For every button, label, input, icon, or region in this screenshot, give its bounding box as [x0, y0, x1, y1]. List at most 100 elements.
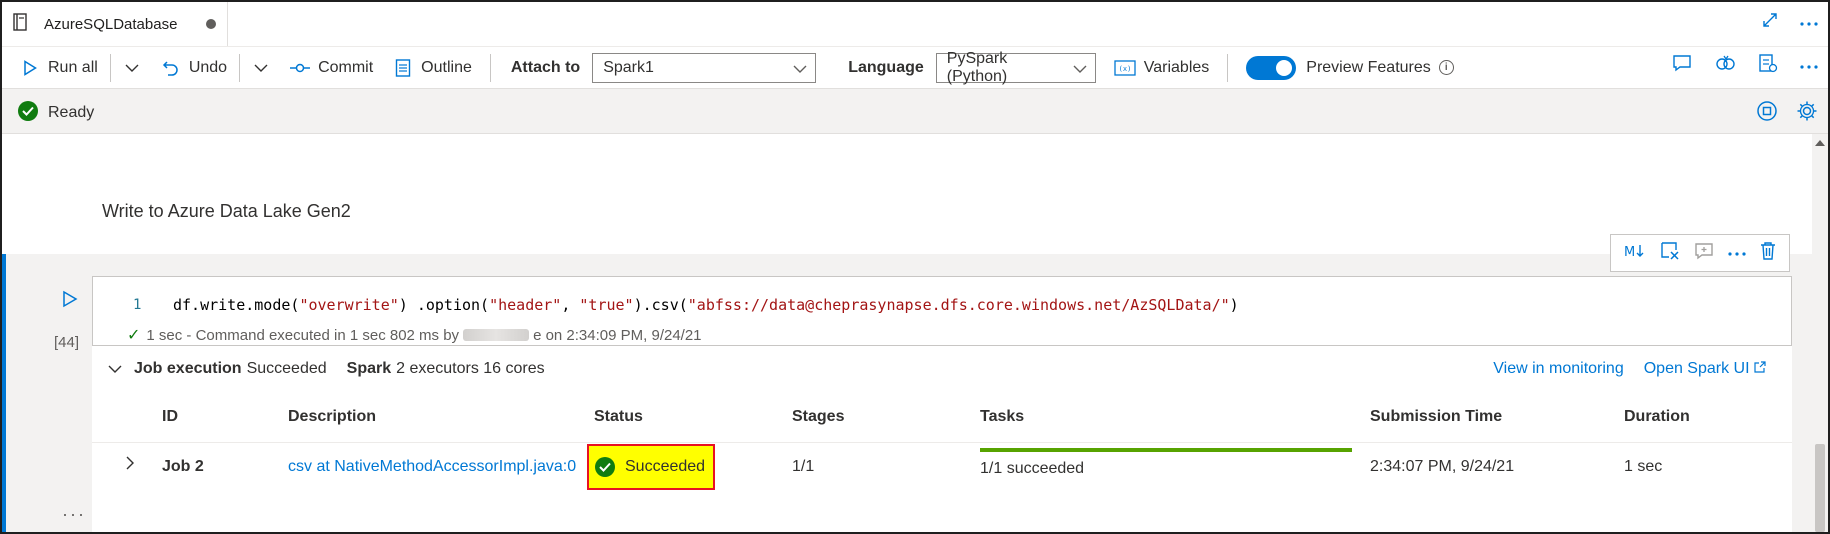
tab-bar: AzureSQLDatabase — [2, 2, 1828, 46]
markdown-toggle-icon[interactable]: M — [1624, 243, 1646, 264]
outline-icon — [393, 58, 413, 78]
column-header-duration: Duration — [1624, 408, 1690, 425]
commit-icon — [290, 58, 311, 78]
stop-session-icon[interactable] — [1756, 100, 1778, 127]
code-string: "overwrite" — [299, 296, 399, 314]
commit-button[interactable]: Commit — [290, 53, 373, 83]
preview-features-toggle[interactable] — [1246, 55, 1297, 80]
line-number: 1 — [133, 297, 142, 313]
chevron-down-icon — [1073, 59, 1087, 82]
code-token: ).csv( — [633, 296, 688, 314]
column-header-stages: Stages — [792, 408, 845, 425]
undo-icon — [161, 58, 181, 78]
properties-icon[interactable] — [1758, 53, 1778, 78]
code-string: "header" — [489, 296, 562, 314]
run-options-chevron-icon[interactable] — [125, 53, 139, 83]
execution-count: [44] — [54, 334, 80, 351]
status-bar: Ready — [2, 88, 1828, 134]
table-divider — [92, 442, 1792, 443]
notebook-window: AzureSQLDatabase Run all Undo Commit Out… — [0, 0, 1830, 534]
more-options-icon[interactable] — [1800, 57, 1818, 75]
outline-label: Outline — [421, 58, 472, 76]
code-editor[interactable]: 1 df.write.mode("overwrite") .option("he… — [92, 276, 1792, 346]
code-string: "abfss://data@cheprasynapse.dfs.core.win… — [687, 296, 1230, 314]
code-string: "true" — [579, 296, 634, 314]
cell-more-icon[interactable]: ··· — [62, 504, 86, 525]
job-tasks: 1/1 succeeded — [980, 460, 1085, 477]
execution-info: ✓ 1 sec - Command executed in 1 sec 802 … — [127, 325, 702, 345]
run-cell-button[interactable] — [62, 290, 78, 313]
job-description-link[interactable]: csv at NativeMethodAccessorImpl.java:0 — [288, 458, 576, 476]
variables-label: Variables — [1143, 58, 1210, 76]
variables-icon: (x) — [1114, 58, 1136, 78]
svg-text:(x): (x) — [1118, 65, 1131, 73]
success-check-icon — [595, 457, 615, 477]
tasks-progress-bar — [980, 448, 1352, 452]
notebook-content: Write to Azure Data Lake Gen2 M [44] 1 d… — [2, 134, 1814, 532]
job-submission-time: 2:34:07 PM, 9/24/21 — [1370, 458, 1515, 475]
external-link-icon — [1754, 360, 1766, 377]
tab-title: AzureSQLDatabase — [44, 15, 178, 33]
add-comment-icon — [1694, 241, 1714, 266]
open-spark-ui-link[interactable]: Open Spark UI — [1644, 360, 1766, 378]
undo-label: Undo — [188, 58, 228, 76]
column-header-id: ID — [162, 408, 178, 425]
undo-button[interactable]: Undo — [161, 53, 227, 83]
session-status: Ready — [48, 104, 95, 121]
comments-icon[interactable] — [1672, 53, 1692, 78]
column-header-tasks: Tasks — [980, 408, 1025, 425]
toolbar-divider — [109, 53, 111, 82]
job-id: Job 2 — [162, 458, 204, 475]
column-header-submission-time: Submission Time — [1370, 408, 1503, 425]
language-select[interactable]: PySpark (Python) — [935, 50, 1096, 85]
job-duration: 1 sec — [1624, 458, 1663, 475]
attach-to-label: Attach to — [510, 58, 581, 76]
collapse-chevron-icon[interactable] — [108, 360, 122, 378]
undo-options-chevron-icon[interactable] — [254, 53, 268, 83]
expand-row-chevron-icon[interactable] — [126, 456, 134, 475]
code-token: , — [561, 296, 580, 314]
notebook-icon — [12, 12, 28, 36]
job-execution-header[interactable]: Job execution Succeeded Spark 2 executor… — [108, 360, 545, 378]
vertical-scrollbar[interactable] — [1812, 134, 1828, 532]
variables-button[interactable]: (x) Variables — [1114, 53, 1210, 83]
markdown-cell[interactable]: Write to Azure Data Lake Gen2 — [2, 134, 1814, 254]
delete-cell-icon[interactable] — [1760, 241, 1776, 266]
checkmark-icon: ✓ — [127, 327, 141, 344]
outline-button[interactable]: Outline — [393, 53, 472, 83]
unsaved-dot-icon[interactable] — [206, 19, 216, 29]
more-options-icon[interactable] — [1728, 244, 1746, 262]
ready-check-icon — [18, 101, 38, 121]
job-status-text: Succeeded — [625, 458, 706, 475]
tab-notebook[interactable]: AzureSQLDatabase — [2, 2, 228, 46]
execution-info-text: 1 sec - Command executed in 1 sec 802 ms… — [146, 326, 460, 344]
redacted-username — [463, 329, 530, 341]
run-all-button[interactable]: Run all — [20, 53, 98, 83]
spark-label: Spark — [346, 360, 392, 377]
attach-to-value: Spark1 — [603, 58, 654, 76]
toolbar-divider — [489, 53, 491, 82]
preview-features-label: Preview Features — [1306, 58, 1431, 76]
job-execution-status: Succeeded — [246, 360, 327, 377]
code-token: df.write.mode( — [173, 296, 300, 314]
scrollbar-thumb[interactable] — [1815, 444, 1825, 532]
info-icon[interactable]: i — [1438, 60, 1454, 75]
collaborate-icon[interactable] — [1714, 53, 1736, 78]
commit-label: Commit — [318, 58, 374, 76]
settings-gear-icon[interactable] — [1796, 100, 1818, 127]
play-icon — [20, 58, 40, 78]
clear-output-icon[interactable] — [1660, 241, 1680, 266]
job-stages: 1/1 — [792, 458, 815, 475]
expand-icon[interactable] — [1762, 12, 1778, 33]
more-options-icon[interactable] — [1800, 14, 1818, 32]
markdown-text: Write to Azure Data Lake Gen2 — [102, 201, 351, 221]
code-token: ) .option( — [398, 296, 490, 314]
code-cell[interactable]: M [44] 1 df.write.mode("overwrite") .opt… — [2, 234, 1814, 532]
cell-toolbar: M — [1610, 234, 1790, 272]
scroll-up-icon[interactable] — [1815, 140, 1825, 146]
attach-to-select[interactable]: Spark1 — [592, 52, 817, 83]
view-in-monitoring-link[interactable]: View in monitoring — [1493, 360, 1623, 378]
language-label: Language — [848, 58, 924, 76]
column-header-description: Description — [288, 408, 377, 425]
column-header-status: Status — [594, 408, 643, 425]
